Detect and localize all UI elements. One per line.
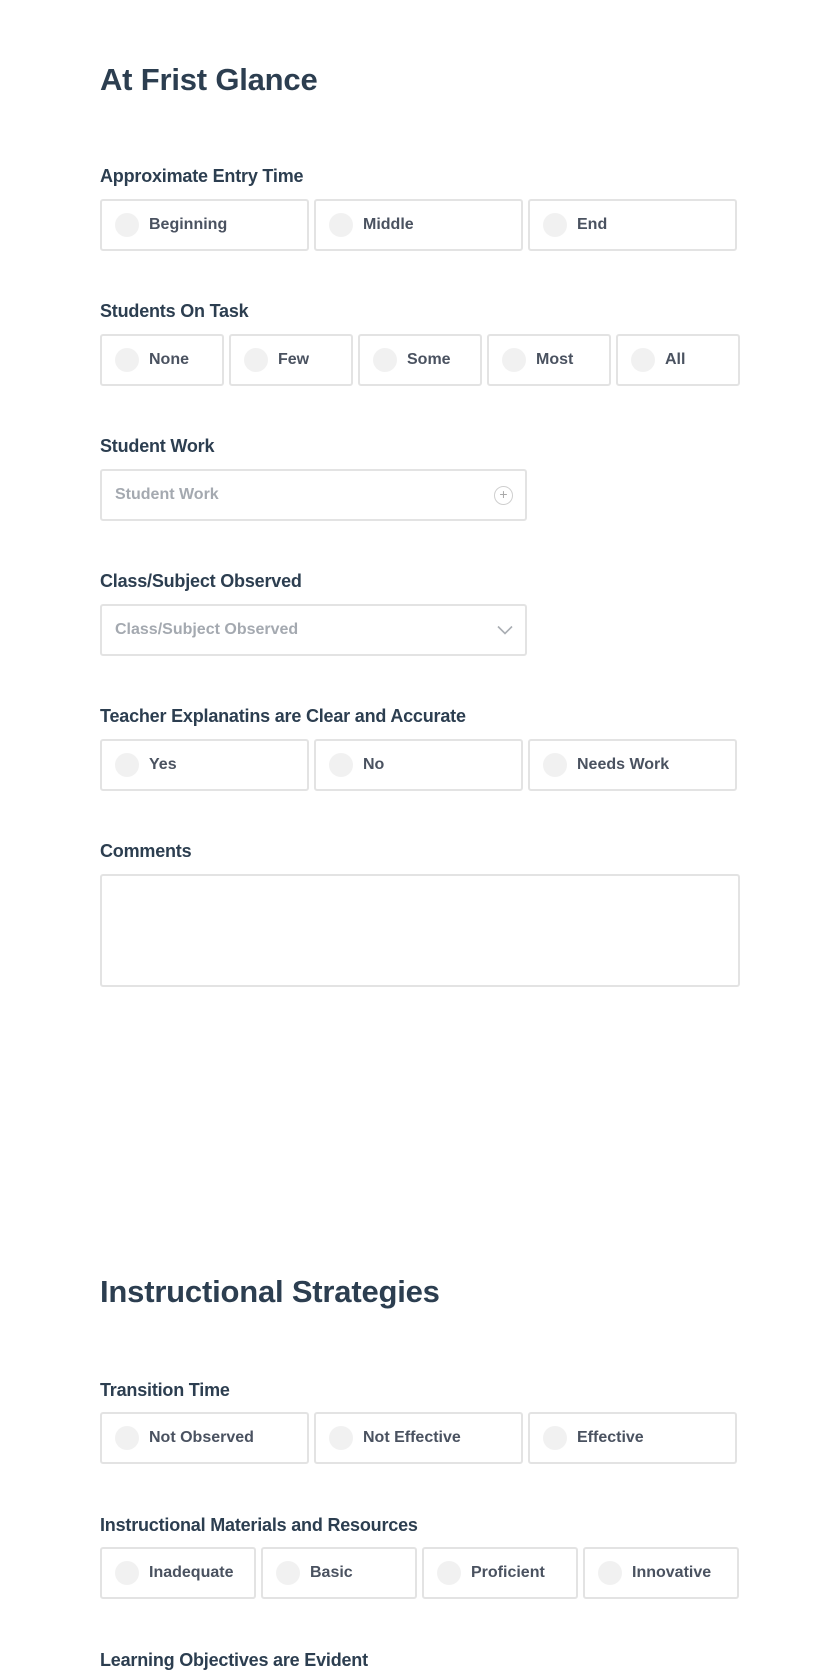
radio-icon[interactable]	[437, 1561, 461, 1585]
comments-textarea[interactable]	[100, 874, 740, 987]
radio-option-end[interactable]: End	[528, 199, 737, 251]
radio-icon[interactable]	[373, 348, 397, 372]
radio-icon[interactable]	[115, 213, 139, 237]
radio-option-innovative[interactable]: Innovative	[583, 1547, 739, 1599]
plus-circle-icon[interactable]: +	[494, 485, 513, 505]
radio-icon[interactable]	[115, 753, 139, 777]
student-work-placeholder: Student Work	[115, 486, 219, 503]
student-work-input[interactable]: Student Work +	[100, 469, 527, 521]
radio-option-beginning[interactable]: Beginning	[100, 199, 309, 251]
radio-option-not-observed[interactable]: Not Observed	[100, 1412, 309, 1464]
chevron-down-icon	[497, 625, 513, 635]
radio-option-proficient[interactable]: Proficient	[422, 1547, 578, 1599]
radio-option-middle[interactable]: Middle	[314, 199, 523, 251]
radio-icon[interactable]	[115, 1426, 139, 1450]
radio-icon[interactable]	[598, 1561, 622, 1585]
radio-icon[interactable]	[543, 753, 567, 777]
entry-time-options: Beginning Middle End	[100, 199, 737, 251]
students-on-task-label: Students On Task	[100, 301, 249, 321]
class-subject-label: Class/Subject Observed	[100, 571, 302, 591]
radio-icon[interactable]	[543, 213, 567, 237]
teacher-explanations-label: Teacher Explanatins are Clear and Accura…	[100, 706, 466, 726]
radio-icon[interactable]	[329, 753, 353, 777]
radio-option-not-effective[interactable]: Not Effective	[314, 1412, 523, 1464]
transition-time-label: Transition Time	[100, 1380, 230, 1400]
teacher-explanations-options: Yes No Needs Work	[100, 739, 737, 791]
students-on-task-options: None Few Some Most All	[100, 334, 740, 386]
entry-time-label: Approximate Entry Time	[100, 166, 304, 186]
radio-icon[interactable]	[115, 1561, 139, 1585]
radio-option-needs-work[interactable]: Needs Work	[528, 739, 737, 791]
radio-option-inadequate[interactable]: Inadequate	[100, 1547, 256, 1599]
radio-icon[interactable]	[276, 1561, 300, 1585]
radio-option-few[interactable]: Few	[229, 334, 353, 386]
instructional-materials-options: Inadequate Basic Proficient Innovative	[100, 1547, 739, 1599]
radio-option-basic[interactable]: Basic	[261, 1547, 417, 1599]
learning-objectives-label: Learning Objectives are Evident	[100, 1650, 368, 1670]
section-title-instructional-strategies: Instructional Strategies	[100, 1274, 440, 1309]
class-subject-placeholder: Class/Subject Observed	[115, 621, 299, 638]
transition-time-options: Not Observed Not Effective Effective	[100, 1412, 737, 1464]
radio-icon[interactable]	[329, 1426, 353, 1450]
radio-option-some[interactable]: Some	[358, 334, 482, 386]
radio-option-all[interactable]: All	[616, 334, 740, 386]
comments-label: Comments	[100, 841, 192, 861]
radio-option-most[interactable]: Most	[487, 334, 611, 386]
class-subject-select[interactable]: Class/Subject Observed	[100, 604, 527, 656]
radio-icon[interactable]	[502, 348, 526, 372]
instructional-materials-label: Instructional Materials and Resources	[100, 1515, 418, 1535]
radio-icon[interactable]	[329, 213, 353, 237]
radio-icon[interactable]	[631, 348, 655, 372]
radio-icon[interactable]	[543, 1426, 567, 1450]
radio-option-no[interactable]: No	[314, 739, 523, 791]
radio-icon[interactable]	[115, 348, 139, 372]
radio-icon[interactable]	[244, 348, 268, 372]
section-title-at-first-glance: At Frist Glance	[100, 62, 318, 97]
radio-option-effective[interactable]: Effective	[528, 1412, 737, 1464]
radio-option-yes[interactable]: Yes	[100, 739, 309, 791]
radio-option-none[interactable]: None	[100, 334, 224, 386]
student-work-label: Student Work	[100, 436, 215, 456]
